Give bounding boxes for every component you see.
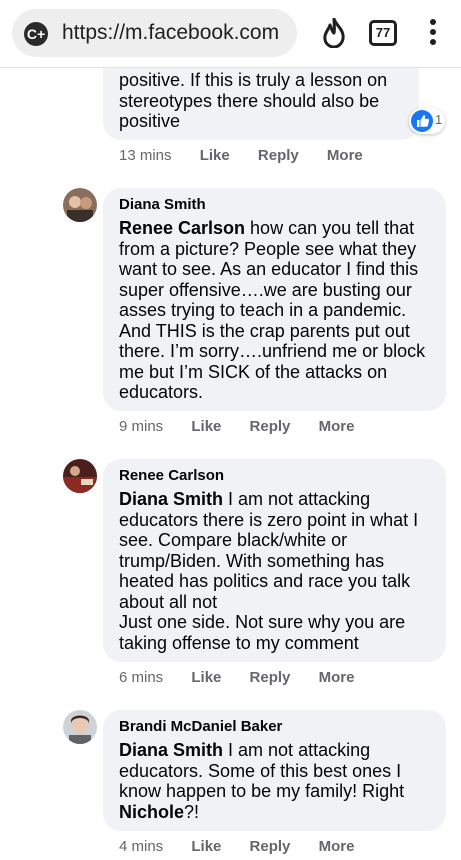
reply-button[interactable]: Reply: [258, 147, 299, 164]
reply-button[interactable]: Reply: [250, 418, 291, 435]
comment-line-text: how can you tell that: [245, 218, 415, 238]
mention-link[interactable]: Renee Carlson: [119, 218, 245, 238]
like-button[interactable]: Like: [200, 147, 230, 164]
comment-time[interactable]: 4 mins: [119, 838, 163, 855]
comment-line: want to see. As an educator I find this: [119, 259, 419, 279]
site-badge-icon[interactable]: C+: [24, 22, 48, 46]
avatar[interactable]: [63, 459, 97, 493]
comment-line-text: I am not attacking: [223, 740, 371, 760]
comment-line: Renee Carlson how can you tell that: [119, 218, 439, 239]
comment-line: know happen to be my family! Right: [119, 781, 405, 801]
comment-line: Diana Smith I am not attacking: [119, 489, 439, 510]
reaction-summary[interactable]: 1: [409, 108, 445, 134]
comment-line: educators. Some of this best ones I: [119, 760, 402, 781]
url-text[interactable]: https://m.facebook.com: [62, 19, 280, 47]
comment-line: Nichole?!: [119, 802, 439, 823]
comment-time[interactable]: 13 mins: [119, 147, 172, 164]
comment-line: asses trying to teach in a pandemic.: [119, 300, 407, 320]
comment-actions: 9 mins Like Reply More: [119, 418, 354, 435]
more-button[interactable]: More: [327, 147, 363, 164]
comment-line: educators.: [119, 382, 204, 402]
comment-line: heated has politics and race you talk: [119, 571, 411, 591]
tabs-icon[interactable]: 77: [369, 20, 397, 46]
like-button[interactable]: Like: [191, 418, 221, 435]
reply-button[interactable]: Reply: [250, 838, 291, 855]
browser-toolbar: C+ https://m.facebook.com 77: [0, 0, 461, 68]
mention-link[interactable]: Nichole: [119, 802, 184, 822]
comment-line: see. Compare black/white or: [119, 530, 348, 550]
mention-link[interactable]: Diana Smith: [119, 740, 223, 760]
comment-line: from a picture? People see what they: [119, 238, 417, 259]
like-button[interactable]: Like: [191, 669, 221, 686]
more-button[interactable]: More: [319, 418, 355, 435]
mention-link[interactable]: Diana Smith: [119, 489, 223, 509]
comment-line: educators there is zero point in what I: [119, 509, 419, 530]
comment-actions: 4 mins Like Reply More: [119, 838, 354, 855]
more-button[interactable]: More: [319, 838, 355, 855]
avatar[interactable]: [63, 188, 97, 222]
comment-line: there. I’m sorry….unfriend me or block: [119, 341, 426, 361]
reaction-count: 1: [435, 112, 443, 127]
comment-text: positive. If this is truly a lesson on s…: [119, 70, 387, 132]
comment-time[interactable]: 9 mins: [119, 418, 163, 435]
comment-author[interactable]: Brandi McDaniel Baker: [119, 718, 282, 735]
comment-line: taking offense to my comment: [119, 632, 359, 653]
comment-line: Just one side. Not sure why you are: [119, 612, 406, 632]
comment-text: Diana Smith I am not attacking educators…: [119, 489, 439, 653]
comment-text: Diana Smith I am not attacking educators…: [119, 740, 439, 822]
kebab-menu-icon[interactable]: [424, 19, 442, 49]
comment-actions: 6 mins Like Reply More: [119, 669, 354, 686]
like-reaction-icon: [411, 110, 433, 132]
avatar[interactable]: [63, 710, 97, 744]
comment-author[interactable]: Renee Carlson: [119, 467, 224, 484]
comment-line: positive: [119, 111, 181, 131]
comment-line-text: I am not attacking: [223, 489, 371, 509]
comment-line: And THIS is the crap parents put out: [119, 320, 410, 341]
comment-line: stereotypes there should also be: [119, 90, 380, 111]
more-button[interactable]: More: [319, 669, 355, 686]
comment-actions: 13 mins Like Reply More: [119, 147, 363, 164]
comment-text: Renee Carlson how can you tell that from…: [119, 218, 439, 403]
comment-line: positive. If this is truly a lesson on: [119, 70, 388, 90]
comment-line: me but I’m SICK of the attacks on: [119, 361, 388, 382]
comment-line-text: ?!: [184, 801, 200, 822]
flame-icon[interactable]: [320, 18, 348, 48]
comment-line: super offensive….we are busting our: [119, 279, 412, 300]
like-button[interactable]: Like: [191, 838, 221, 855]
comment-time[interactable]: 6 mins: [119, 669, 163, 686]
comment-line: about all not: [119, 591, 218, 612]
comment-line: trump/Biden. With something has: [119, 550, 385, 571]
comment-line: Diana Smith I am not attacking: [119, 740, 439, 761]
comment-author[interactable]: Diana Smith: [119, 196, 206, 213]
reply-button[interactable]: Reply: [250, 669, 291, 686]
